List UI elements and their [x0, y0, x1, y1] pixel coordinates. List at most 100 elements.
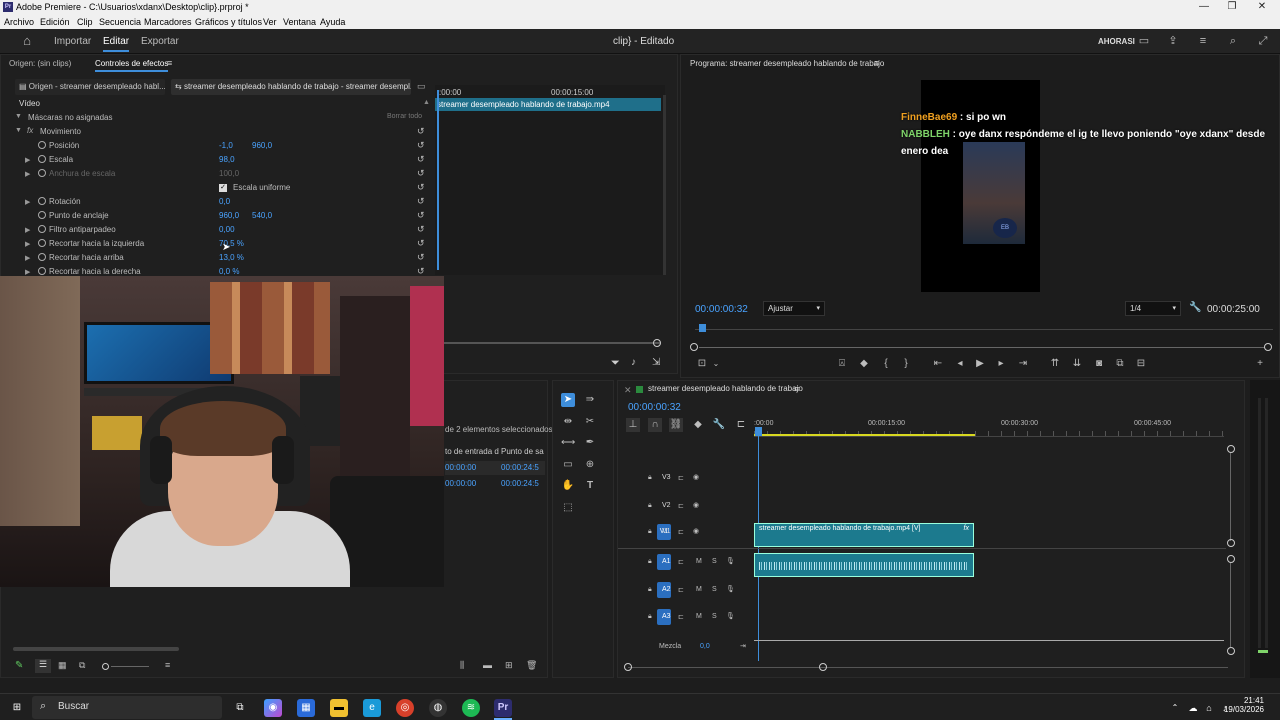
menu-clip[interactable]: Clip: [77, 17, 93, 27]
zoom-tool-icon[interactable]: ⊕: [583, 458, 597, 472]
trash-icon[interactable]: 🗑: [526, 660, 537, 671]
audio-scrollbar[interactable]: [1230, 563, 1231, 647]
menu-edicion[interactable]: Edición: [40, 17, 70, 27]
playhead-handle[interactable]: [755, 427, 762, 436]
pencil-icon[interactable]: ✎: [15, 660, 23, 671]
scroll-up-icon[interactable]: ▲: [423, 99, 430, 106]
chevron-down-icon[interactable]: ▼: [15, 127, 22, 134]
scroll-handle-top[interactable]: [1227, 445, 1235, 453]
stopwatch-icon[interactable]: [38, 211, 46, 219]
reset-icon[interactable]: ↺: [417, 168, 425, 179]
eye-icon[interactable]: ◉: [693, 501, 699, 509]
menu-ventana[interactable]: Ventana: [283, 17, 316, 27]
obs-icon[interactable]: ◍: [429, 699, 447, 717]
close-button[interactable]: ✕: [1248, 0, 1276, 15]
table-row[interactable]: 00:00:00 00:00:24:5: [445, 477, 545, 491]
program-zoom-left[interactable]: [690, 343, 698, 351]
scroll-handle-audio[interactable]: [1227, 555, 1235, 563]
sync-lock-icon[interactable]: ⊏: [678, 586, 684, 594]
timeline-zoom-right[interactable]: [819, 663, 827, 671]
sync-lock-icon[interactable]: ⊏: [678, 528, 684, 536]
clear-all-button[interactable]: Borrar todo: [387, 113, 422, 120]
program-monitor-title[interactable]: Programa: streamer desempleado hablando …: [690, 59, 884, 68]
list-view-icon[interactable]: ☰: [35, 659, 51, 673]
timeline-zoom-bar[interactable]: [628, 667, 1228, 668]
property-value[interactable]: 0,0: [219, 197, 230, 206]
ripple-edit-icon[interactable]: ⇹: [561, 415, 575, 429]
close-icon[interactable]: ✕: [624, 385, 632, 396]
resolution-select[interactable]: 1/4 ▾: [1125, 301, 1181, 316]
marker-lift-icon[interactable]: ⍓: [835, 357, 849, 371]
multi-camera-icon[interactable]: ⊟: [1134, 357, 1148, 371]
audio-clip[interactable]: [754, 553, 974, 577]
menu-ver[interactable]: Ver: [263, 17, 277, 27]
play-icon[interactable]: ▶: [973, 357, 987, 371]
stopwatch-icon[interactable]: [38, 239, 46, 247]
mini-playhead[interactable]: [437, 90, 439, 270]
icon-view-icon[interactable]: ▦: [58, 660, 67, 671]
sync-lock-icon[interactable]: ⊏: [678, 502, 684, 510]
video-scrollbar[interactable]: [1230, 453, 1231, 541]
audio-only-icon[interactable]: ♪: [631, 357, 636, 368]
solo-button[interactable]: S: [712, 613, 717, 620]
reset-icon[interactable]: ↺: [417, 252, 425, 263]
sequence-menu-icon[interactable]: ≡: [794, 384, 799, 394]
generative-extend-icon[interactable]: ⬚: [561, 501, 575, 515]
chevron-right-icon[interactable]: ▶: [25, 170, 30, 178]
comparison-view-icon[interactable]: ⧉: [1113, 357, 1127, 371]
zoom-slider-handle[interactable]: [102, 663, 109, 670]
mark-in-icon[interactable]: {: [879, 357, 893, 371]
lock-icon[interactable]: 🔒︎: [648, 558, 652, 566]
step-forward-icon[interactable]: ▸: [994, 357, 1008, 371]
microphone-icon[interactable]: 🎙︎: [726, 612, 735, 620]
effect-zoom-handle[interactable]: [653, 339, 661, 347]
export-frame-icon[interactable]: ⇲: [652, 357, 660, 368]
checkbox[interactable]: ✓: [219, 184, 227, 192]
track-label[interactable]: A1: [662, 558, 671, 565]
property-value[interactable]: 960,0: [219, 211, 239, 220]
menu-marcadores[interactable]: Marcadores: [144, 17, 192, 27]
program-ruler[interactable]: [695, 329, 1273, 330]
effect-zoom-bar[interactable]: [444, 342, 660, 344]
chevron-down-icon[interactable]: ⌄: [709, 357, 723, 371]
nest-icon[interactable]: ⊥: [626, 418, 640, 432]
rectangle-tool-icon[interactable]: ▭: [561, 458, 575, 472]
tab-exportar[interactable]: Exportar: [141, 36, 179, 47]
share-icon[interactable]: ⇪: [1166, 34, 1180, 48]
zoom-slider-track[interactable]: [111, 666, 149, 667]
reset-icon[interactable]: ↺: [417, 182, 425, 193]
scroll-handle-mid[interactable]: [1227, 539, 1235, 547]
solo-button[interactable]: S: [712, 558, 717, 565]
task-view-icon[interactable]: ⧉: [231, 699, 249, 717]
av-divider[interactable]: [618, 548, 1226, 549]
linked-selection-icon[interactable]: ⛓: [669, 418, 683, 432]
windows-start-icon[interactable]: ⊞: [8, 699, 26, 717]
sync-lock-icon[interactable]: ⊏: [678, 474, 684, 482]
stopwatch-icon[interactable]: [38, 141, 46, 149]
chevron-right-icon[interactable]: ▶: [25, 268, 30, 276]
new-item-icon[interactable]: ⊞: [505, 660, 513, 671]
hand-tool-icon[interactable]: ✋: [561, 479, 575, 493]
chevron-right-icon[interactable]: ▶: [25, 198, 30, 206]
chevron-right-icon[interactable]: ▶: [25, 226, 30, 234]
selection-tool-icon[interactable]: ➤: [561, 393, 575, 407]
timeline-zoom-left[interactable]: [624, 663, 632, 671]
chevron-down-icon[interactable]: ▼: [15, 113, 22, 120]
program-zoom-bar[interactable]: [699, 347, 1265, 348]
chevron-right-icon[interactable]: ▶: [25, 240, 30, 248]
chevron-right-icon[interactable]: ▶: [25, 254, 30, 262]
filter-icon[interactable]: ⏷: [611, 357, 620, 370]
mix-expand-icon[interactable]: ⇥: [740, 642, 746, 650]
property-value[interactable]: 13,0 %: [219, 253, 244, 262]
minimize-button[interactable]: —: [1190, 0, 1218, 15]
expand-panel-icon[interactable]: ▭: [417, 81, 426, 92]
mini-clip-bar[interactable]: streamer desempleado hablando de trabajo…: [435, 98, 661, 111]
reset-icon[interactable]: ↺: [417, 154, 425, 165]
property-value[interactable]: 98,0: [219, 155, 235, 164]
mini-scrollbar[interactable]: [663, 95, 666, 275]
mute-button[interactable]: M: [696, 558, 702, 565]
go-to-out-icon[interactable]: ⇥: [1016, 357, 1030, 371]
stopwatch-icon[interactable]: [38, 253, 46, 261]
wrench-icon[interactable]: 🔧: [1189, 302, 1201, 313]
track-label[interactable]: A3: [662, 613, 671, 620]
